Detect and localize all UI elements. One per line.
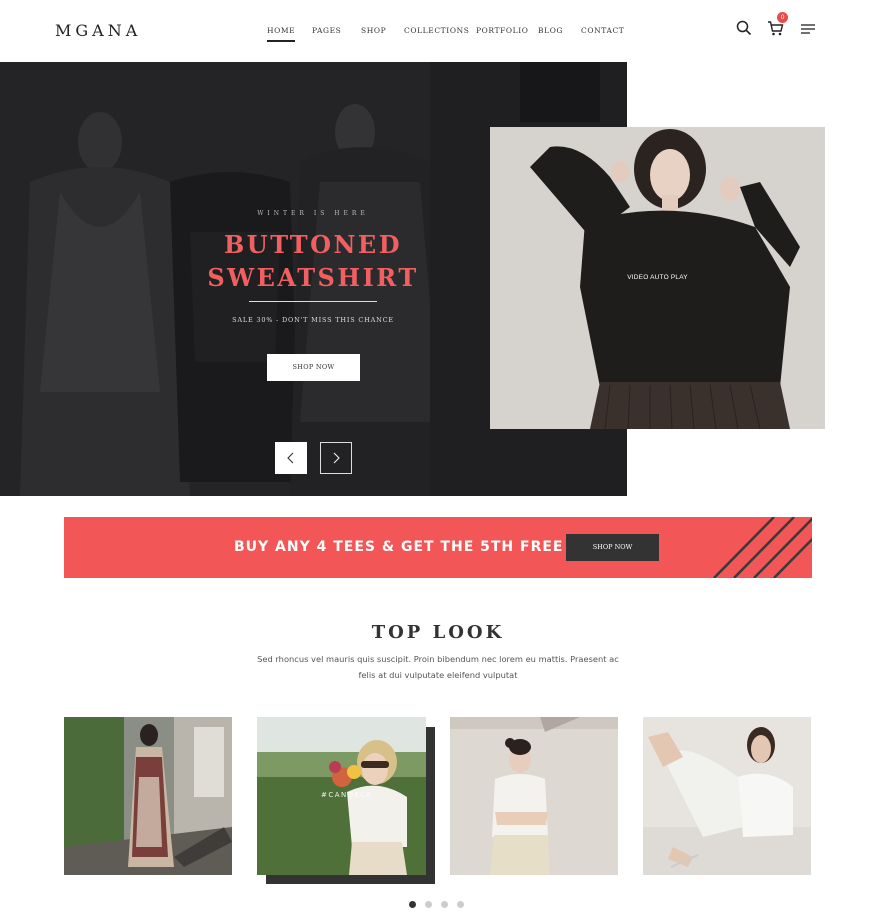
promo-stripes-decoration (713, 517, 812, 578)
video-autoplay-label: VIDEO AUTO PLAY (627, 274, 688, 281)
nav-shop[interactable]: SHOP (361, 26, 386, 35)
look-card-1[interactable] (64, 717, 232, 875)
promo-text: BUY ANY 4 TEES & GET THE 5TH FREE (234, 539, 564, 555)
search-icon[interactable] (736, 20, 752, 41)
chevron-left-icon (287, 452, 294, 464)
top-look-description: Sed rhoncus vel mauris quis suscipit. Pr… (257, 654, 619, 680)
hero-description: SALE 30% - DON'T MISS THIS CHANCE (232, 316, 394, 324)
menu-icon[interactable] (800, 22, 816, 40)
nav-collections[interactable]: COLLECTIONS (404, 26, 469, 35)
cart-icon[interactable] (767, 20, 784, 42)
look-card-2[interactable]: #CANDELA (257, 717, 426, 875)
hero-shop-now-button[interactable]: SHOP NOW (267, 354, 360, 381)
pagination-dot-1[interactable] (409, 901, 416, 908)
pagination-dot-4[interactable] (457, 901, 464, 908)
chevron-right-icon (333, 452, 340, 464)
look-photo-caption: #CANDELA (321, 791, 373, 799)
look-photo-1 (64, 717, 232, 875)
hero-subtitle: WINTER IS HERE (257, 210, 369, 217)
look-photo-3 (450, 717, 618, 875)
nav-home[interactable]: HOME (267, 26, 296, 42)
nav-blog[interactable]: BLOG (538, 26, 563, 35)
nav-contact[interactable]: CONTACT (581, 26, 624, 35)
hero-divider (249, 301, 377, 302)
promo-banner: BUY ANY 4 TEES & GET THE 5TH FREE SHOP N… (64, 517, 812, 578)
slider-prev-button[interactable] (275, 442, 307, 474)
promo-shop-now-button[interactable]: SHOP NOW (566, 534, 659, 561)
pagination-dot-2[interactable] (425, 901, 432, 908)
pagination-dot-3[interactable] (441, 901, 448, 908)
look-card-4[interactable] (643, 717, 811, 875)
hero-title: BUTTONED SWEATSHIRT (207, 230, 419, 292)
top-look-title: TOP LOOK (371, 622, 505, 643)
site-header: MGANA HOME PAGES SHOP COLLECTIONS PORTFO… (0, 0, 876, 62)
slider-next-button[interactable] (320, 442, 352, 474)
nav-portfolio[interactable]: PORTFOLIO (476, 26, 529, 35)
look-photo-4 (643, 717, 811, 875)
nav-pages[interactable]: PAGES (312, 26, 341, 35)
look-card-3[interactable] (450, 717, 618, 875)
site-logo[interactable]: MGANA (55, 21, 141, 40)
video-autoplay-photo[interactable]: VIDEO AUTO PLAY (490, 127, 825, 429)
top-look-pagination (409, 901, 473, 908)
cart-count-badge: 0 (777, 12, 788, 23)
